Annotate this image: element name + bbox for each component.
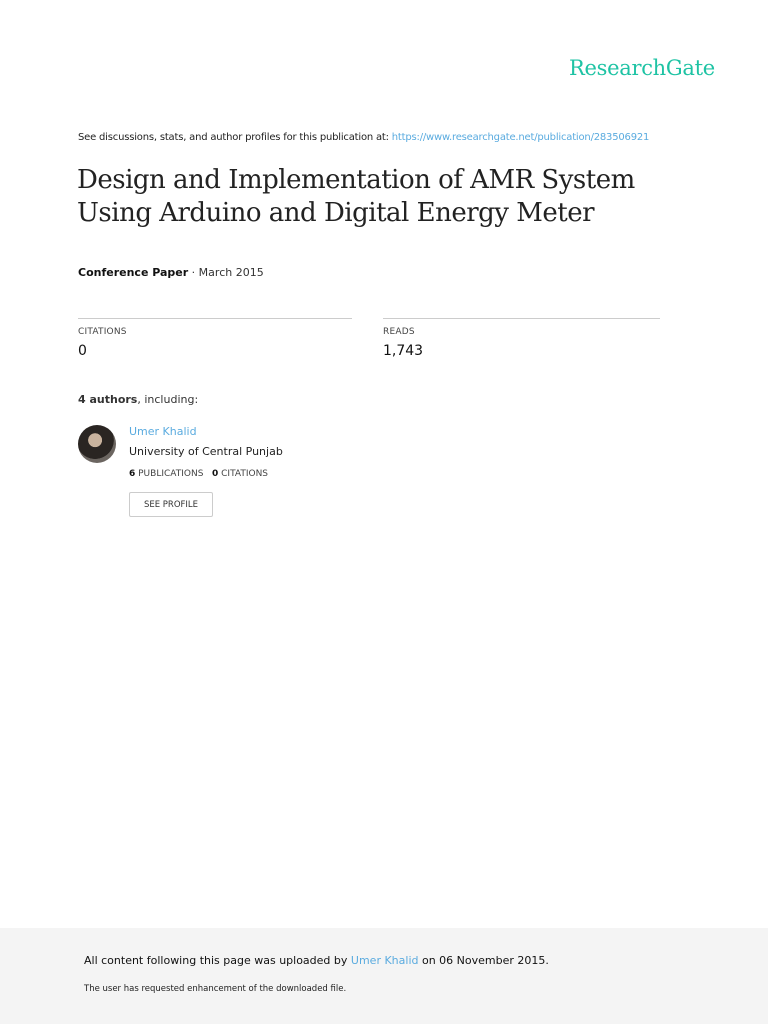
- reads-count: 1,743: [383, 343, 424, 359]
- citations-label: CITATIONS: [78, 327, 127, 337]
- author-citations-label: CITATIONS: [218, 469, 269, 479]
- footer: [0, 928, 768, 1024]
- authors-heading: 4 authors, including:: [78, 393, 198, 406]
- divider: [78, 318, 352, 319]
- publication-meta: Conference Paper · March 2015: [78, 266, 264, 279]
- discussion-text: See discussions, stats, and author profi…: [78, 132, 392, 143]
- divider: [383, 318, 660, 319]
- publication-link[interactable]: https://www.researchgate.net/publication…: [392, 132, 650, 143]
- avatar[interactable]: [78, 425, 116, 463]
- enhancement-note: The user has requested enhancement of th…: [84, 984, 347, 994]
- publication-title: Design and Implementation of AMR System …: [77, 165, 635, 228]
- reads-label: READS: [383, 327, 415, 337]
- uploader-link[interactable]: Umer Khalid: [351, 954, 419, 967]
- see-profile-button[interactable]: SEE PROFILE: [129, 492, 213, 517]
- authors-suffix: , including:: [137, 393, 199, 406]
- citations-count: 0: [78, 343, 87, 359]
- author-name-link[interactable]: Umer Khalid: [129, 425, 197, 438]
- author-stats: 6 PUBLICATIONS 0 CITATIONS: [129, 469, 268, 479]
- authors-count: 4 authors: [78, 393, 138, 406]
- upload-notice: All content following this page was uplo…: [84, 954, 549, 967]
- publication-date: · March 2015: [188, 266, 264, 279]
- discussion-line: See discussions, stats, and author profi…: [78, 132, 649, 143]
- author-publications-label: PUBLICATIONS: [135, 469, 204, 479]
- publication-type: Conference Paper: [78, 266, 189, 279]
- upload-prefix: All content following this page was uplo…: [84, 954, 351, 967]
- upload-suffix: on 06 November 2015.: [418, 954, 549, 967]
- author-affiliation: University of Central Punjab: [129, 445, 283, 458]
- researchgate-logo[interactable]: ResearchGate: [569, 56, 715, 80]
